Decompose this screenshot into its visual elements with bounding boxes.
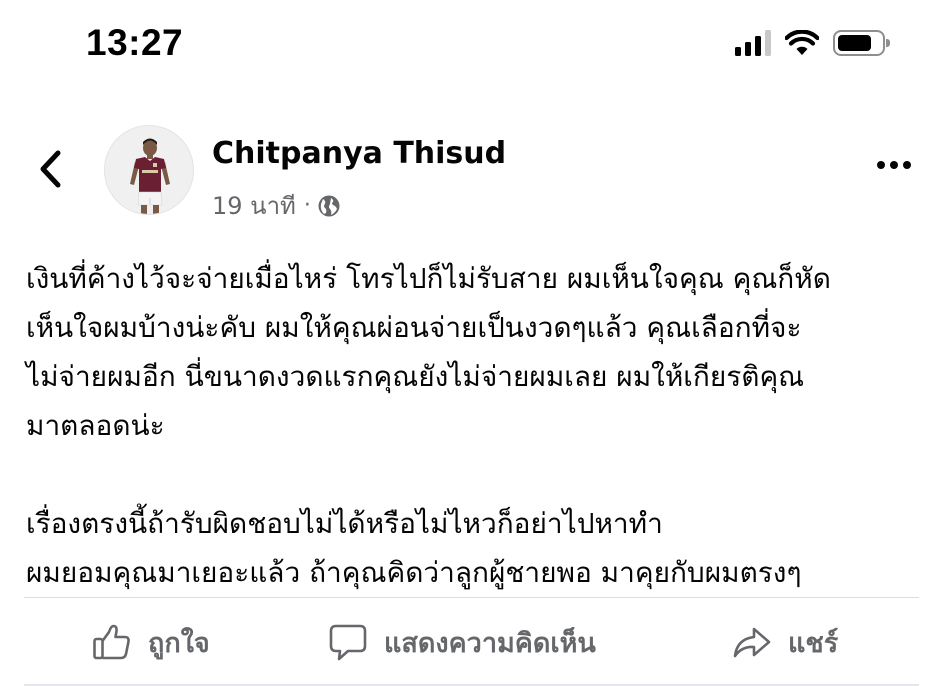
post-meta: 19 นาที · (212, 186, 341, 225)
author-name[interactable]: Chitpanya Thisud (212, 136, 506, 171)
post-text: เงินที่ค้างไว้จะจ่ายเมื่อไหร่ โทรไปก็ไม่… (26, 254, 926, 597)
like-label: ถูกใจ (148, 627, 210, 659)
globe-icon (318, 195, 340, 216)
share-button[interactable]: แชร์ (732, 612, 838, 672)
more-dot (890, 161, 898, 169)
chevron-left-icon (40, 150, 61, 188)
like-button[interactable]: ถูกใจ (92, 612, 210, 672)
actions-divider (24, 597, 919, 598)
back-button[interactable] (32, 145, 68, 193)
facebook-post-screen: 13:27 Chitpanya Thisud 19 นาที · เงินที่… (0, 0, 945, 686)
cellular-signal-icon (735, 30, 771, 56)
avatar[interactable] (104, 125, 194, 215)
post-actions: ถูกใจ แสดงความคิดเห็น แชร์ (0, 612, 945, 672)
post-line: ไม่จ่ายผมอีก นี่ขนาดงวดแรกคุณยังไม่จ่ายผ… (26, 360, 805, 393)
post-time[interactable]: 19 นาที (212, 186, 296, 225)
post-line: มาตลอดน่ะ (26, 409, 165, 442)
post-line: เรื่องตรงนี้ถ้ารับผิดชอบไม่ได้หรือไม่ไหว… (26, 507, 663, 540)
post-line: เห็นใจผมบ้างน่ะคับ ผมให้คุณผ่อนจ่ายเป็นง… (26, 311, 802, 344)
share-label: แชร์ (788, 627, 839, 659)
more-options-button[interactable] (871, 155, 917, 175)
status-icons (735, 30, 890, 56)
battery-icon (833, 30, 890, 56)
comment-button[interactable]: แสดงความคิดเห็น (328, 612, 596, 672)
share-arrow-icon (733, 627, 771, 658)
thumbs-up-icon (93, 624, 130, 660)
more-dot (903, 161, 911, 169)
avatar-photo (105, 126, 193, 214)
wifi-icon (785, 30, 819, 55)
more-dot (877, 161, 885, 169)
post-line: ผมยอมคุณมาเยอะแล้ว ถ้าคุณคิดว่าลูกผู้ชาย… (26, 556, 802, 589)
status-time: 13:27 (86, 22, 184, 63)
meta-separator: · (303, 193, 311, 218)
comment-label: แสดงความคิดเห็น (384, 627, 596, 659)
comment-icon (329, 624, 367, 661)
post-line: เงินที่ค้างไว้จะจ่ายเมื่อไหร่ โทรไปก็ไม่… (26, 262, 831, 295)
